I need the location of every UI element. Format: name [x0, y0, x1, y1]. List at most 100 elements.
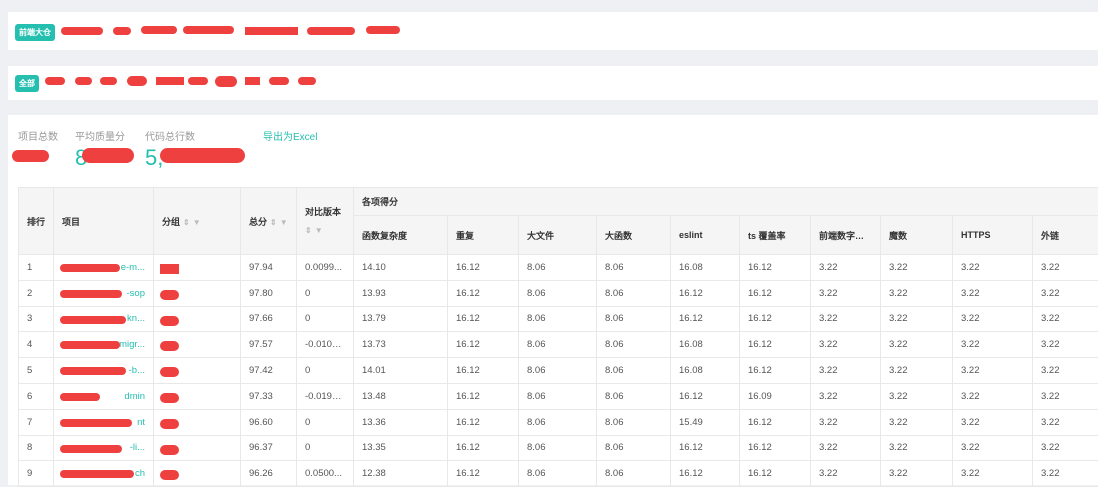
total-cell: 97.57 — [241, 332, 297, 358]
header-total[interactable]: 总分⇕▼ — [241, 188, 297, 255]
sort-icon[interactable]: ⇕ — [183, 218, 190, 227]
compare-cell: 0.0099... — [297, 255, 354, 281]
header-group[interactable]: 分组⇕▼ — [154, 188, 241, 255]
redacted-filter — [75, 77, 92, 85]
score-cell: 13.48 — [354, 383, 448, 409]
project-link[interactable]: -sop — [54, 280, 154, 306]
table-row: 6dmin97.33-0.0199...13.4816.128.068.0616… — [19, 383, 1098, 409]
header-total-label: 总分 — [249, 217, 267, 227]
score-cell: 3.22 — [811, 409, 881, 435]
sort-icon[interactable]: ⇕ — [270, 218, 277, 227]
ranking-table: 排行 项目 分组⇕▼ 总分⇕▼ 对比版本⇕▼ 各项得分 函数复杂度重复大文件大函… — [18, 187, 1098, 487]
redacted-group — [160, 341, 179, 351]
redacted-project-name — [60, 367, 126, 375]
score-cell: 8.06 — [597, 409, 671, 435]
group-cell — [154, 461, 241, 487]
score-cell: 3.22 — [953, 435, 1033, 461]
group-tag-all[interactable]: 全部 — [15, 75, 39, 92]
header-compare[interactable]: 对比版本⇕▼ — [297, 188, 354, 255]
score-cell: 8.06 — [519, 358, 597, 384]
filter-icon[interactable]: ▼ — [280, 218, 288, 227]
score-cell: 3.22 — [1033, 435, 1098, 461]
filter-icon[interactable]: ▼ — [193, 218, 201, 227]
score-cell: 14.01 — [354, 358, 448, 384]
score-cell: 3.22 — [1033, 255, 1098, 281]
redacted-filter — [298, 77, 316, 85]
score-cell: 8.06 — [519, 409, 597, 435]
score-cell: 16.12 — [448, 358, 519, 384]
rank-cell: 1 — [19, 255, 54, 281]
group-cell — [154, 306, 241, 332]
rank-cell: 2 — [19, 280, 54, 306]
redacted-group — [160, 393, 179, 403]
redacted-filter — [366, 26, 400, 34]
filter-icon[interactable]: ▼ — [315, 226, 323, 235]
table-row: 7nt96.60013.3616.128.068.0615.4916.123.2… — [19, 409, 1098, 435]
score-cell: 16.12 — [448, 461, 519, 487]
score-cell: 3.22 — [953, 383, 1033, 409]
header-score-column: 重复 — [448, 216, 519, 255]
score-cell: 16.12 — [448, 383, 519, 409]
sort-icon[interactable]: ⇕ — [305, 226, 312, 235]
score-cell: 16.12 — [740, 255, 811, 281]
score-cell: 16.12 — [448, 306, 519, 332]
project-name-suffix: -li... — [130, 442, 145, 453]
redacted-filter — [156, 77, 184, 85]
score-cell: 16.12 — [448, 255, 519, 281]
total-cell: 96.26 — [241, 461, 297, 487]
redacted-filter — [307, 27, 355, 35]
score-cell: 16.12 — [740, 332, 811, 358]
score-cell: 8.06 — [519, 332, 597, 358]
table-row: 2-sop97.80013.9316.128.068.0616.1216.123… — [19, 280, 1098, 306]
compare-cell: 0 — [297, 358, 354, 384]
header-score-column: HTTPS — [953, 216, 1033, 255]
header-project: 项目 — [54, 188, 154, 255]
score-cell: 8.06 — [519, 461, 597, 487]
score-cell: 8.06 — [597, 255, 671, 281]
score-cell: 3.22 — [881, 332, 953, 358]
project-link[interactable]: dmin — [54, 383, 154, 409]
header-score-column: 大文件 — [519, 216, 597, 255]
score-cell: 3.22 — [811, 461, 881, 487]
score-cell: 16.08 — [671, 332, 740, 358]
project-link[interactable]: -li... — [54, 435, 154, 461]
score-cell: 16.12 — [740, 306, 811, 332]
score-cell: 3.22 — [811, 358, 881, 384]
redacted-avg-score — [82, 148, 134, 163]
header-scores: 各项得分 — [354, 188, 1098, 216]
rank-cell: 5 — [19, 358, 54, 384]
score-cell: 8.06 — [519, 280, 597, 306]
category-tag[interactable]: 前端大仓 — [15, 24, 55, 41]
project-link[interactable]: e-m... — [54, 255, 154, 281]
score-cell: 3.22 — [1033, 383, 1098, 409]
compare-cell: 0 — [297, 280, 354, 306]
score-cell: 16.12 — [740, 435, 811, 461]
score-cell: 13.73 — [354, 332, 448, 358]
score-cell: 14.10 — [354, 255, 448, 281]
redacted-project-name — [60, 341, 120, 349]
project-link[interactable]: kn... — [54, 306, 154, 332]
score-cell: 8.06 — [519, 435, 597, 461]
compare-cell: 0 — [297, 409, 354, 435]
project-link[interactable]: nt — [54, 409, 154, 435]
score-cell: 16.12 — [671, 461, 740, 487]
total-cell: 97.94 — [241, 255, 297, 281]
project-link[interactable]: ch — [54, 461, 154, 487]
redacted-project-count — [12, 150, 49, 162]
score-cell: 15.49 — [671, 409, 740, 435]
score-cell: 3.22 — [953, 280, 1033, 306]
redacted-lines — [160, 148, 245, 163]
score-cell: 8.06 — [597, 461, 671, 487]
score-cell: 3.22 — [1033, 306, 1098, 332]
project-link[interactable]: -b... — [54, 358, 154, 384]
export-excel-link[interactable]: 导出为Excel — [263, 128, 317, 143]
redacted-filter — [245, 27, 298, 35]
project-link[interactable]: migr... — [54, 332, 154, 358]
table-row: 8-li...96.37013.3516.128.068.0616.1216.1… — [19, 435, 1098, 461]
score-cell: 3.22 — [811, 306, 881, 332]
compare-cell: -0.0199... — [297, 383, 354, 409]
lines-label: 代码总行数 — [145, 128, 195, 143]
rank-cell: 4 — [19, 332, 54, 358]
group-cell — [154, 435, 241, 461]
score-cell: 12.38 — [354, 461, 448, 487]
